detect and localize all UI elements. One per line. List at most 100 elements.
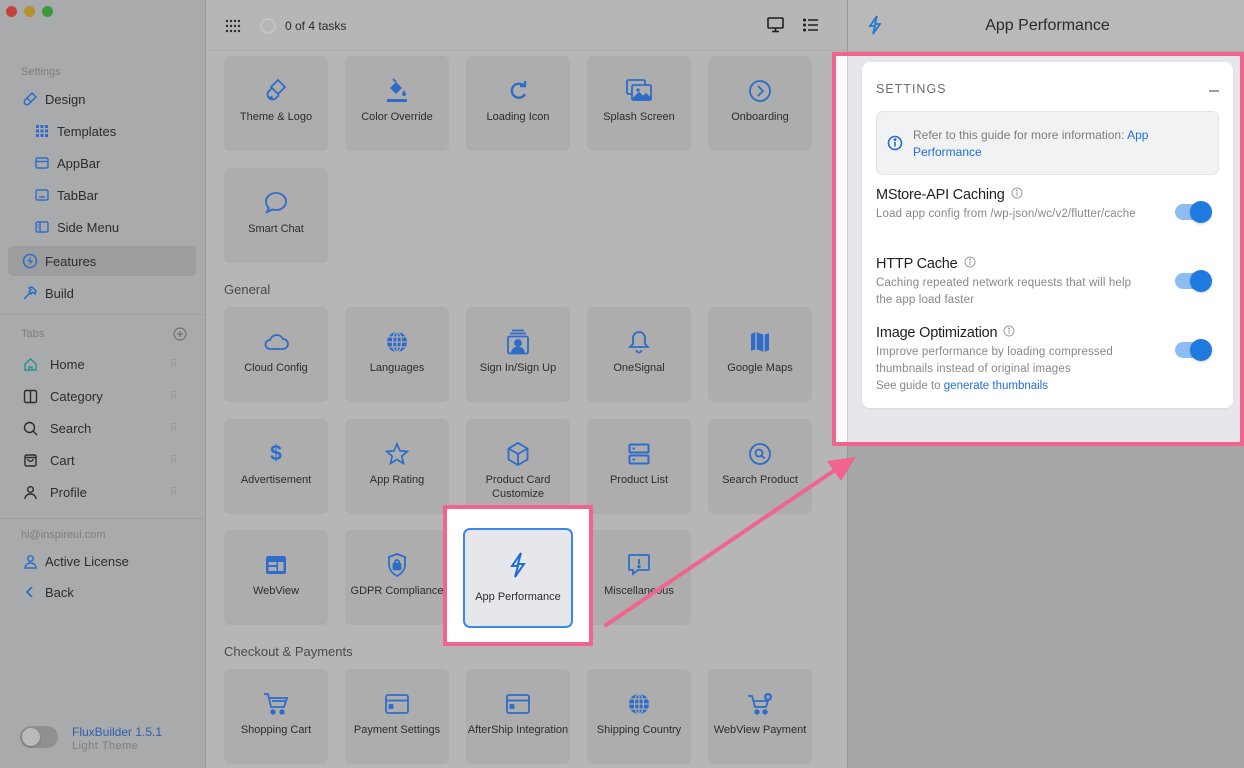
- feature-card-shipping-country[interactable]: Shipping Country: [587, 669, 691, 764]
- divider: [0, 518, 206, 519]
- generate-thumbnails-link[interactable]: generate thumbnails: [944, 380, 1048, 392]
- card-label: Sign In/Sign Up: [479, 362, 557, 374]
- back-link[interactable]: Back: [8, 577, 196, 607]
- profile-icon: [22, 484, 38, 500]
- home-icon: [22, 356, 38, 372]
- sidebar-item-side-menu[interactable]: Side Menu: [8, 212, 196, 242]
- feature-card-app-rating[interactable]: App Rating: [345, 419, 449, 514]
- drag-handle-icon[interactable]: ⠿: [170, 455, 177, 466]
- card-label: Shipping Country: [596, 724, 682, 736]
- feature-card-sign-in-sign-up[interactable]: Sign In/Sign Up: [466, 307, 570, 402]
- option-title: HTTP Cache: [876, 256, 958, 272]
- image-optimization-toggle[interactable]: [1175, 339, 1212, 361]
- feature-card-product-list[interactable]: Product List: [587, 419, 691, 514]
- feature-card-search-product[interactable]: Search Product: [708, 419, 812, 514]
- apps-grid-button[interactable]: [225, 19, 241, 38]
- sidebar-item-design[interactable]: Design: [8, 84, 196, 114]
- option-mstore-api-caching: MStore-API Caching Load app config from …: [876, 187, 1219, 223]
- panel-gutter: [836, 56, 847, 442]
- sidebar-item-features[interactable]: Features: [8, 246, 196, 276]
- sidebar-item-appbar[interactable]: AppBar: [8, 148, 196, 178]
- feature-card-cloud-config[interactable]: Cloud Config: [224, 307, 328, 402]
- credit-card-icon: [506, 691, 530, 717]
- sidebar-item-templates[interactable]: Templates: [8, 116, 196, 146]
- info-circle-icon[interactable]: [1011, 187, 1023, 203]
- info-circle-icon[interactable]: [964, 256, 976, 272]
- feature-card-smart-chat[interactable]: Smart Chat: [224, 168, 328, 263]
- feature-card-miscellaneous[interactable]: Miscellaneous: [587, 530, 691, 625]
- card-label: Payment Settings: [353, 724, 441, 736]
- cloud-icon: [263, 329, 289, 355]
- option-description: Caching repeated network requests that w…: [876, 277, 1132, 306]
- option-http-cache: HTTP Cache Caching repeated network requ…: [876, 256, 1219, 309]
- add-tab-button[interactable]: [173, 327, 187, 341]
- tab-item-label: Cart: [50, 452, 75, 468]
- drag-handle-icon[interactable]: ⠿: [170, 423, 177, 434]
- feature-card-onboarding[interactable]: Onboarding: [708, 56, 812, 151]
- theme-toggle[interactable]: [20, 726, 58, 748]
- bolt-circle-icon: [22, 253, 38, 269]
- images-icon: [626, 78, 652, 104]
- card-label: Splash Screen: [603, 111, 675, 123]
- sidebar-item-tabbar[interactable]: TabBar: [8, 180, 196, 210]
- feature-card-advertisement[interactable]: $ Advertisement: [224, 419, 328, 514]
- tab-item-category[interactable]: Category ⠿: [8, 381, 196, 411]
- task-progress-text[interactable]: 0 of 4 tasks: [285, 19, 346, 33]
- bolt-icon: [509, 552, 527, 583]
- feature-card-theme-logo[interactable]: Theme & Logo: [224, 56, 328, 151]
- theme-name: Light Theme: [72, 740, 139, 752]
- close-window-button[interactable]: [6, 6, 17, 17]
- drag-handle-icon[interactable]: ⠿: [170, 391, 177, 402]
- card-label: Shopping Cart: [240, 724, 312, 736]
- shield-lock-icon: [387, 552, 407, 578]
- panel-header: App Performance: [848, 0, 1244, 52]
- list-view-button[interactable]: [802, 18, 819, 37]
- sidebar: Settings Design Templates AppBar TabBar …: [0, 0, 206, 768]
- card-label: Smart Chat: [248, 223, 304, 235]
- toolbar: 0 of 4 tasks: [206, 0, 847, 51]
- http-cache-toggle[interactable]: [1175, 270, 1212, 292]
- info-circle-icon[interactable]: [1003, 325, 1015, 341]
- toggle-knob: [1190, 201, 1212, 223]
- feature-card-shopping-cart[interactable]: Shopping Cart: [224, 669, 328, 764]
- feature-card-payment-settings[interactable]: Payment Settings: [345, 669, 449, 764]
- feature-card-google-maps[interactable]: Google Maps: [708, 307, 812, 402]
- card-label: GDPR Compliance: [350, 585, 444, 597]
- guide-prefix: See guide to: [876, 380, 944, 392]
- task-progress-ring[interactable]: [260, 18, 276, 34]
- side-menu-icon: [34, 219, 50, 235]
- list-icon: [802, 18, 818, 32]
- refresh-icon: [507, 78, 529, 104]
- credit-card-icon: [385, 691, 409, 717]
- active-license-link[interactable]: Active License: [8, 546, 196, 576]
- feature-card-webview-payment[interactable]: WebView Payment: [708, 669, 812, 764]
- card-label: Advertisement: [240, 474, 312, 486]
- feature-card-splash-screen[interactable]: Splash Screen: [587, 56, 691, 151]
- drag-handle-icon[interactable]: ⠿: [170, 487, 177, 498]
- info-prefix: Refer to this guide for more information…: [913, 128, 1128, 142]
- drag-handle-icon[interactable]: ⠿: [170, 359, 177, 370]
- feature-card-languages[interactable]: Languages: [345, 307, 449, 402]
- tab-item-profile[interactable]: Profile ⠿: [8, 477, 196, 507]
- zoom-window-button[interactable]: [42, 6, 53, 17]
- tab-item-cart[interactable]: Cart ⠿: [8, 445, 196, 475]
- feature-card-gdpr-compliance[interactable]: GDPR Compliance: [345, 530, 449, 625]
- feature-card-webview[interactable]: WebView: [224, 530, 328, 625]
- collapse-button[interactable]: [1209, 90, 1219, 92]
- tab-item-search[interactable]: Search ⠿: [8, 413, 196, 443]
- tab-item-label: Search: [50, 420, 92, 436]
- feature-card-color-override[interactable]: Color Override: [345, 56, 449, 151]
- desktop-preview-button[interactable]: [767, 17, 784, 38]
- minimize-window-button[interactable]: [24, 6, 35, 17]
- feature-card-aftership-integration[interactable]: AfterShip Integration: [466, 669, 570, 764]
- mstore-api-caching-toggle[interactable]: [1175, 201, 1212, 223]
- settings-card: SETTINGS Refer to this guide for more in…: [862, 62, 1233, 408]
- tab-item-home[interactable]: Home ⠿: [8, 349, 196, 379]
- panel-title: App Performance: [985, 17, 1110, 34]
- card-label: Languages: [369, 362, 425, 374]
- feature-card-onesignal[interactable]: OneSignal: [587, 307, 691, 402]
- sidebar-item-build[interactable]: Build: [8, 278, 196, 308]
- feature-card-app-performance[interactable]: App Performance: [463, 528, 573, 628]
- feature-card-product-card-customize[interactable]: Product Card Customize: [466, 419, 570, 514]
- feature-card-loading-icon[interactable]: Loading Icon: [466, 56, 570, 151]
